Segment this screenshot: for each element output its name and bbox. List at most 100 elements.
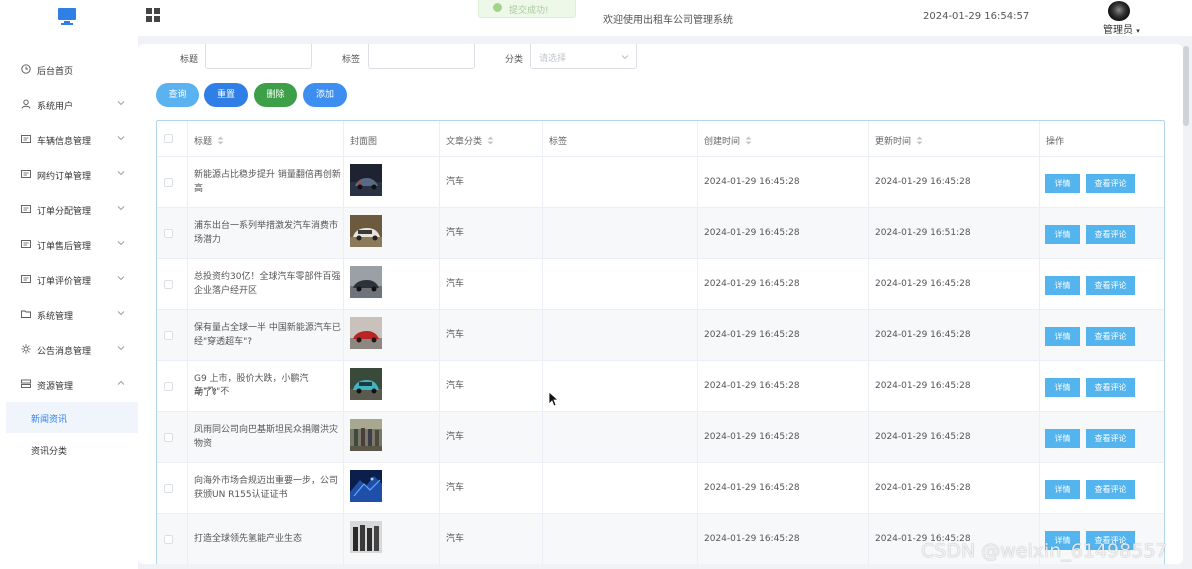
sidebar-item-announcements[interactable]: 公告消息管理	[0, 332, 138, 367]
sidebar-item-label: 订单分配管理	[37, 207, 92, 217]
row-created: 2024-01-29 16:45:28	[704, 432, 800, 442]
chevron-down-icon	[117, 311, 125, 316]
sidebar-item-label: 后台首页	[37, 67, 74, 77]
sidebar-item-after-sales[interactable]: 订单售后管理	[0, 227, 138, 262]
row-checkbox[interactable]	[164, 229, 173, 238]
row-title-line2: 高	[194, 184, 204, 194]
tag-filter-label: 标签	[342, 55, 361, 65]
chevron-down-icon	[621, 55, 629, 60]
scrollbar-thumb[interactable]	[1183, 46, 1189, 126]
user-menu[interactable]: 管理员 ▾	[1103, 21, 1140, 36]
title-filter-label: 标题	[180, 55, 199, 65]
row-checkbox[interactable]	[164, 535, 173, 544]
row-category: 汽车	[446, 279, 465, 289]
chevron-down-icon: ▾	[1136, 27, 1140, 35]
sidebar-item-system-management[interactable]: 系统管理	[0, 297, 138, 332]
column-header-label: 操作	[1046, 137, 1065, 147]
column-header-title[interactable]: 标题	[188, 121, 344, 157]
view-comments-button[interactable]: 查看评论	[1086, 429, 1135, 448]
category-select[interactable]: 请选择	[530, 44, 637, 69]
sidebar-item-system-users[interactable]: 系统用户	[0, 87, 138, 122]
table-row: G9 上市，股价大跌，小鹏汽车"飞"不 动了? 汽车 2024-01-29 16…	[157, 361, 1164, 412]
row-checkbox[interactable]	[164, 331, 173, 340]
doc-icon	[21, 170, 31, 178]
view-comments-button[interactable]: 查看评论	[1086, 480, 1135, 499]
row-created: 2024-01-29 16:45:28	[704, 228, 800, 238]
view-comments-button[interactable]: 查看评论	[1086, 225, 1135, 244]
sidebar-subitem-label: 新闻资讯	[31, 415, 68, 425]
detail-button[interactable]: 详情	[1045, 480, 1080, 499]
row-category: 汽车	[446, 228, 465, 238]
column-header-category[interactable]: 文章分类	[440, 121, 543, 157]
detail-button[interactable]: 详情	[1045, 378, 1080, 397]
row-checkbox[interactable]	[164, 280, 173, 289]
sidebar-item-vehicle-info[interactable]: 车辆信息管理	[0, 122, 138, 157]
row-title-line1: 打造全球领先氢能产业生态	[194, 534, 303, 544]
row-created: 2024-01-29 16:45:28	[704, 381, 800, 391]
sidebar-item-ride-orders[interactable]: 网约订单管理	[0, 157, 138, 192]
detail-button[interactable]: 详情	[1045, 225, 1080, 244]
row-created: 2024-01-29 16:45:28	[704, 330, 800, 340]
column-header-updated[interactable]: 更新时间	[869, 121, 1040, 157]
view-comments-button[interactable]: 查看评论	[1086, 276, 1135, 295]
column-header-label: 标签	[549, 137, 568, 147]
doc-icon	[21, 240, 31, 248]
sort-icon[interactable]	[916, 136, 923, 145]
row-title-line1: 浦东出台一系列举措激发汽车消费市	[194, 221, 339, 231]
check-circle-icon	[493, 3, 502, 12]
row-category: 汽车	[446, 330, 465, 340]
row-title-line1: 新能源占比稳步提升 销量翻倍再创新	[194, 170, 341, 180]
sidebar-item-order-reviews[interactable]: 订单评价管理	[0, 262, 138, 297]
chevron-up-icon	[117, 380, 125, 385]
reset-button[interactable]: 重置	[204, 83, 248, 107]
search-button[interactable]: 查询	[156, 83, 199, 107]
detail-button[interactable]: 详情	[1045, 276, 1080, 295]
select-all-cell	[157, 121, 188, 157]
add-button[interactable]: 添加	[303, 83, 347, 107]
avatar[interactable]	[1108, 1, 1130, 21]
sidebar-item-label: 系统用户	[37, 102, 74, 112]
row-checkbox[interactable]	[164, 382, 173, 391]
view-comments-button[interactable]: 查看评论	[1086, 378, 1135, 397]
view-comments-button[interactable]: 查看评论	[1086, 174, 1135, 193]
view-comments-button[interactable]: 查看评论	[1086, 327, 1135, 346]
column-header-tag: 标签	[543, 121, 698, 157]
column-header-label: 更新时间	[875, 137, 912, 147]
row-created: 2024-01-29 16:45:28	[704, 177, 800, 187]
detail-button[interactable]: 详情	[1045, 327, 1080, 346]
row-checkbox[interactable]	[164, 484, 173, 493]
row-updated: 2024-01-29 16:45:28	[875, 330, 971, 340]
tag-filter-input[interactable]	[368, 44, 475, 69]
sidebar-item-resources[interactable]: 资源管理	[0, 367, 138, 402]
row-checkbox[interactable]	[164, 433, 173, 442]
sort-icon[interactable]	[487, 136, 494, 145]
sidebar-subitem-news[interactable]: 新闻资讯	[6, 402, 138, 433]
column-header-label: 封面图	[350, 137, 378, 147]
category-filter-label: 分类	[505, 55, 524, 65]
row-checkbox[interactable]	[164, 178, 173, 187]
sidebar-item-home[interactable]: 后台首页	[0, 52, 138, 87]
sidebar-subitem-label: 资讯分类	[31, 447, 68, 457]
detail-button[interactable]: 详情	[1045, 174, 1080, 193]
row-updated: 2024-01-29 16:51:28	[875, 228, 971, 238]
mouse-cursor-icon	[548, 391, 558, 407]
sidebar-subitem-news-category[interactable]: 资讯分类	[6, 434, 138, 465]
doc-icon	[21, 205, 31, 213]
sort-icon[interactable]	[217, 136, 224, 145]
title-filter-input[interactable]	[205, 44, 312, 69]
select-all-checkbox[interactable]	[164, 134, 173, 143]
row-created: 2024-01-29 16:45:28	[704, 534, 800, 544]
delete-button[interactable]: 删除	[254, 83, 297, 107]
grid-menu-icon[interactable]	[146, 8, 160, 22]
column-header-label: 文章分类	[446, 137, 483, 147]
row-updated: 2024-01-29 16:45:28	[875, 381, 971, 391]
column-header-created[interactable]: 创建时间	[698, 121, 869, 157]
table-row: 凤雨同公司向巴基斯坦民众捐赠洪灾 物资 汽车 2024-01-29 16:45:…	[157, 412, 1164, 463]
detail-button[interactable]: 详情	[1045, 429, 1080, 448]
cover-thumbnail	[350, 215, 382, 247]
row-updated: 2024-01-29 16:45:28	[875, 483, 971, 493]
sidebar-item-order-assignment[interactable]: 订单分配管理	[0, 192, 138, 227]
header-datetime: 2024-01-29 16:54:57	[923, 11, 1030, 22]
table-row: 总投资约30亿！全球汽车零部件百强 企业落户经开区 汽车 2024-01-29 …	[157, 259, 1164, 310]
sort-icon[interactable]	[745, 136, 752, 145]
